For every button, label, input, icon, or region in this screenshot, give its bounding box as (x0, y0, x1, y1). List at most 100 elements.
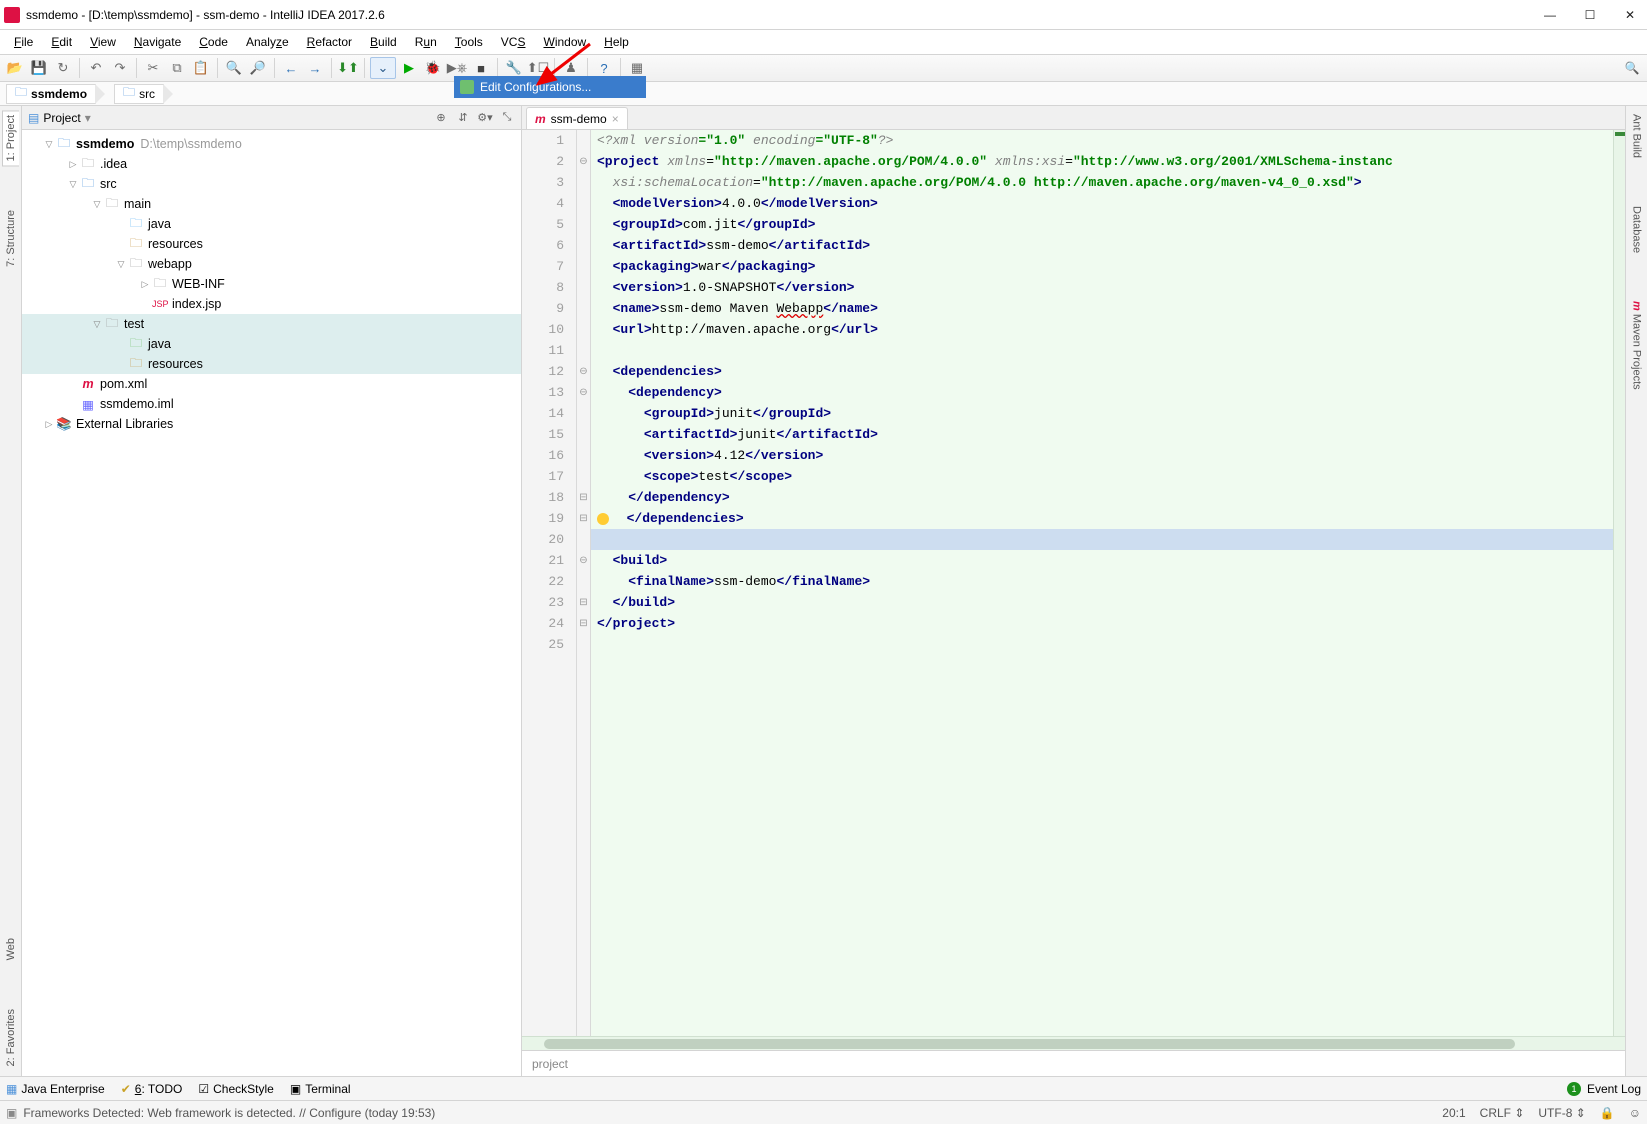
readonly-icon[interactable]: 🔒 (1600, 1106, 1615, 1120)
save-icon[interactable]: 💾 (28, 57, 50, 79)
tree-root[interactable]: ▽🗀ssmdemoD:\temp\ssmdemo (22, 134, 521, 154)
hide-icon[interactable]: ⤡ (499, 110, 515, 126)
tree-main[interactable]: ▽🗀main (22, 194, 521, 214)
project-pane-title[interactable]: Project (43, 111, 80, 125)
tree-external-libraries[interactable]: ▷📚External Libraries (22, 414, 521, 434)
status-message[interactable]: Frameworks Detected: Web framework is de… (23, 1106, 435, 1120)
find-icon[interactable]: 🔍 (223, 57, 245, 79)
tree-java[interactable]: 🗀java (22, 214, 521, 234)
folder-icon: 🗀 (15, 83, 27, 104)
caret-position[interactable]: 20:1 (1442, 1106, 1465, 1120)
menu-bar: File Edit View Navigate Code Analyze Ref… (0, 30, 1647, 54)
breadcrumb-root[interactable]: 🗀 ssmdemo (6, 84, 96, 104)
tab-todo[interactable]: ✔6: TODO (121, 1082, 183, 1096)
minimize-icon[interactable]: — (1543, 8, 1557, 22)
tab-maven-projects[interactable]: m Maven Projects (1629, 297, 1645, 394)
copy-icon[interactable]: ⧉ (166, 57, 188, 79)
menu-tools[interactable]: Tools (447, 32, 491, 52)
maximize-icon[interactable]: ☐ (1583, 8, 1597, 22)
tree-pom[interactable]: mpom.xml (22, 374, 521, 394)
error-stripe[interactable] (1613, 130, 1625, 1036)
tab-ant-build[interactable]: Ant Build (1629, 110, 1645, 162)
undo-icon[interactable]: ↶ (85, 57, 107, 79)
config-icon (460, 80, 474, 94)
build-icon[interactable]: ⬇⬆ (337, 57, 359, 79)
hector-icon[interactable]: ☺ (1629, 1106, 1641, 1120)
editor-tabbar: m ssm-demo × (522, 106, 1625, 130)
cut-icon[interactable]: ✂ (142, 57, 164, 79)
menu-file[interactable]: File (6, 32, 41, 52)
tree-test-resources[interactable]: 🗀resources (22, 354, 521, 374)
tree-resources[interactable]: 🗀resources (22, 234, 521, 254)
folder-icon: 🗀 (123, 83, 135, 104)
editor-tab-pom[interactable]: m ssm-demo × (526, 107, 628, 129)
tab-terminal[interactable]: ▣Terminal (290, 1082, 351, 1096)
editor-breadcrumb[interactable]: project (522, 1050, 1625, 1076)
tree-webapp[interactable]: ▽🗀webapp (22, 254, 521, 274)
encoding[interactable]: UTF-8 ⇕ (1538, 1106, 1585, 1120)
tree-webinf[interactable]: ▷🗀WEB-INF (22, 274, 521, 294)
line-number-gutter: 123456789 1011121314151617 1819202122232… (522, 130, 577, 1036)
gear-icon[interactable]: ⚙▾ (477, 110, 493, 126)
horizontal-scrollbar[interactable] (522, 1036, 1625, 1050)
tab-event-log[interactable]: Event Log (1587, 1082, 1641, 1096)
menu-navigate[interactable]: Navigate (126, 32, 189, 52)
toolbar: 📂 💾 ↻ ↶ ↷ ✂ ⧉ 📋 🔍 🔎 ← → ⬇⬆ ⌄ ▶ 🐞 ▶⎈ ■ 🔧 … (0, 54, 1647, 82)
menu-help[interactable]: Help (596, 32, 637, 52)
run-icon[interactable]: ▶ (398, 57, 420, 79)
close-icon[interactable]: ✕ (1623, 8, 1637, 22)
annotation-arrow (530, 40, 600, 92)
breadcrumb-bar: 🗀 ssmdemo 🗀 src (0, 82, 1647, 106)
fold-gutter[interactable]: ⊖ ⊖⊖ ⊟⊟ ⊖ ⊟⊟ (577, 130, 591, 1036)
menu-vcs[interactable]: VCS (493, 32, 534, 52)
editor-tab-label: ssm-demo (551, 112, 607, 126)
project-pane: ▤Project ▾ ⊕ ⇵ ⚙▾ ⤡ ▽🗀ssmdemoD:\temp\ssm… (22, 106, 522, 1076)
menu-refactor[interactable]: Refactor (299, 32, 360, 52)
tree-test[interactable]: ▽🗀test (22, 314, 521, 334)
title-bar: ssmdemo - [D:\temp\ssmdemo] - ssm-demo -… (0, 0, 1647, 30)
tab-web[interactable]: Web (3, 934, 19, 964)
paste-icon[interactable]: 📋 (190, 57, 212, 79)
menu-view[interactable]: View (82, 32, 124, 52)
open-icon[interactable]: 📂 (4, 57, 26, 79)
app-icon (4, 7, 20, 23)
menu-run[interactable]: Run (407, 32, 445, 52)
tab-database[interactable]: Database (1629, 202, 1645, 257)
maven-icon: m (535, 112, 546, 126)
menu-analyze[interactable]: Analyze (238, 32, 297, 52)
line-sep[interactable]: CRLF ⇕ (1480, 1106, 1525, 1120)
tree-indexjsp[interactable]: JSPindex.jsp (22, 294, 521, 314)
back-icon[interactable]: ← (280, 57, 302, 79)
sync-icon[interactable]: ↻ (52, 57, 74, 79)
replace-icon[interactable]: 🔎 (247, 57, 269, 79)
tab-checkstyle[interactable]: ☑CheckStyle (198, 1082, 273, 1096)
tab-java-enterprise[interactable]: ▦Java Enterprise (6, 1082, 105, 1096)
locate-icon[interactable]: ⊕ (433, 110, 449, 126)
tree-iml[interactable]: ▦ssmdemo.iml (22, 394, 521, 414)
breadcrumb-src[interactable]: 🗀 src (114, 84, 164, 104)
code-editor[interactable]: <?xml version="1.0" encoding="UTF-8"?> <… (591, 130, 1625, 1036)
close-tab-icon[interactable]: × (612, 112, 619, 126)
menu-code[interactable]: Code (191, 32, 236, 52)
tab-favorites[interactable]: 2: Favorites (3, 1005, 19, 1070)
run-config-dropdown[interactable]: ⌄ (370, 57, 396, 79)
tree-test-java[interactable]: 🗀java (22, 334, 521, 354)
debug-icon[interactable]: 🐞 (422, 57, 444, 79)
intention-bulb-icon[interactable] (597, 513, 609, 525)
collapse-icon[interactable]: ⇵ (455, 110, 471, 126)
breadcrumb-root-label: ssmdemo (31, 87, 87, 101)
main-area: 1: Project 7: Structure Web 2: Favorites… (0, 106, 1647, 1076)
tab-structure[interactable]: 7: Structure (3, 206, 19, 271)
bottom-tool-tabs: ▦Java Enterprise ✔6: TODO ☑CheckStyle ▣T… (0, 1076, 1647, 1100)
project-tree[interactable]: ▽🗀ssmdemoD:\temp\ssmdemo ▷🗀.idea ▽🗀src ▽… (22, 130, 521, 1076)
menu-edit[interactable]: Edit (43, 32, 80, 52)
tree-src[interactable]: ▽🗀src (22, 174, 521, 194)
status-icon[interactable]: ▣ (6, 1106, 17, 1120)
event-badge: 1 (1567, 1082, 1581, 1096)
tree-idea[interactable]: ▷🗀.idea (22, 154, 521, 174)
redo-icon[interactable]: ↷ (109, 57, 131, 79)
forward-icon[interactable]: → (304, 57, 326, 79)
menu-build[interactable]: Build (362, 32, 405, 52)
search-everywhere-icon[interactable]: 🔍 (1621, 57, 1643, 79)
tab-project[interactable]: 1: Project (2, 110, 19, 166)
